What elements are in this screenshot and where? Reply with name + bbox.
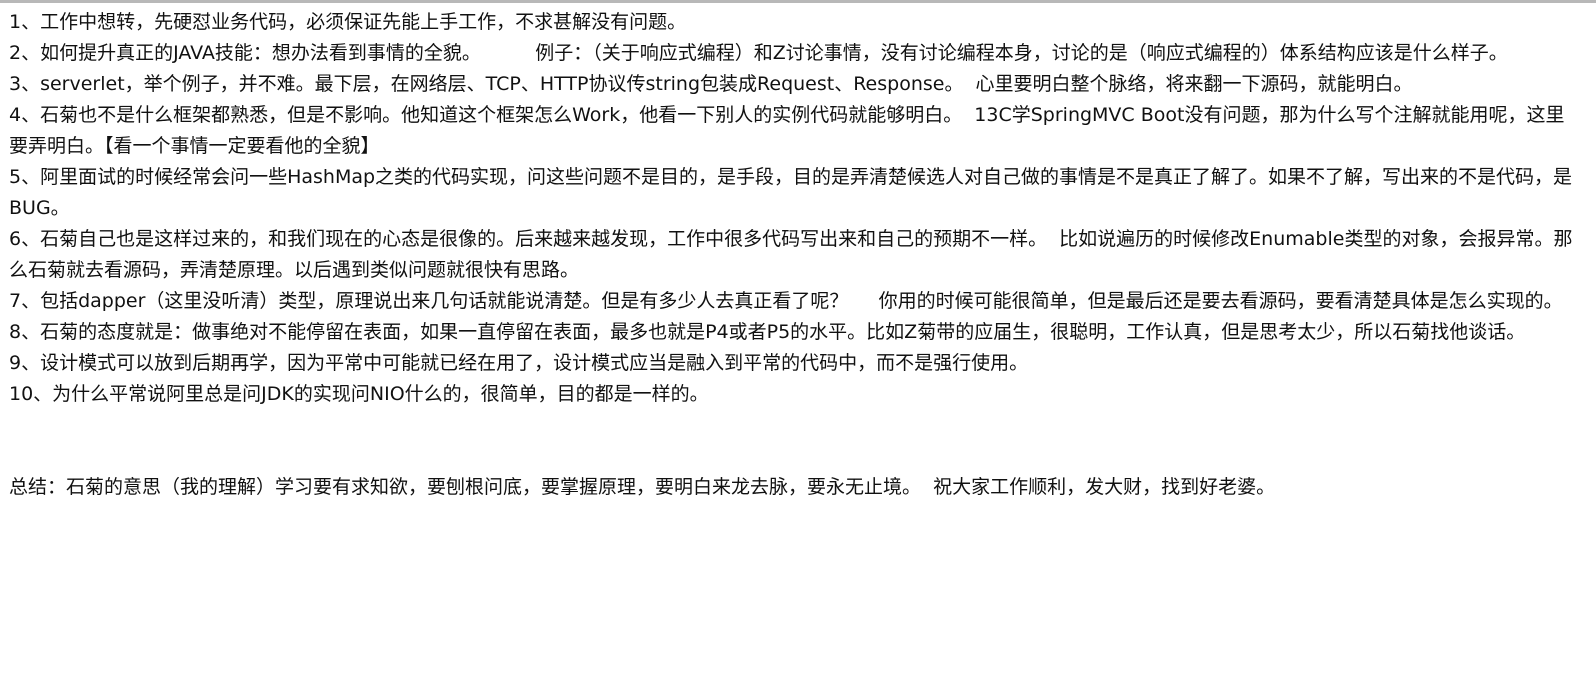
paragraph-1: 1、工作中想转，先硬怼业务代码，必须保证先能上手工作，不求甚解没有问题。 xyxy=(9,11,687,33)
top-divider xyxy=(0,0,1596,3)
paragraph-6: 6、石菊自己也是这样过来的，和我们现在的心态是很像的。后来越来越发现，工作中很多… xyxy=(9,228,1573,281)
paragraph-7: 7、包括dapper（这里没听清）类型，原理说出来几句话就能说清楚。但是有多少人… xyxy=(9,290,1563,312)
blank-gap xyxy=(9,410,1577,472)
paragraph-10: 10、为什么平常说阿里总是问JDK的实现问NIO什么的，很简单，目的都是一样的。 xyxy=(9,383,709,405)
summary-paragraph: 总结：石菊的意思（我的理解）学习要有求知欲，要刨根问底，要掌握原理，要明白来龙去… xyxy=(9,476,1276,498)
paragraph-5: 5、阿里面试的时候经常会问一些HashMap之类的代码实现，问这些问题不是目的，… xyxy=(9,166,1573,219)
paragraph-4: 4、石菊也不是什么框架都熟悉，但是不影响。他知道这个框架怎么Work，他看一下别… xyxy=(9,104,1565,157)
paragraph-2: 2、如何提升真正的JAVA技能：想办法看到事情的全貌。 例子：（关于响应式编程）… xyxy=(9,42,1508,64)
paragraph-9: 9、设计模式可以放到后期再学，因为平常中可能就已经在用了，设计模式应当是融入到平… xyxy=(9,352,1029,374)
document-body: 1、工作中想转，先硬怼业务代码，必须保证先能上手工作，不求甚解没有问题。 2、如… xyxy=(9,7,1577,503)
paragraph-3: 3、serverlet，举个例子，并不难。最下层，在网络层、TCP、HTTP协议… xyxy=(9,73,1413,95)
paragraph-8: 8、石菊的态度就是：做事绝对不能停留在表面，如果一直停留在表面，最多也就是P4或… xyxy=(9,321,1526,343)
